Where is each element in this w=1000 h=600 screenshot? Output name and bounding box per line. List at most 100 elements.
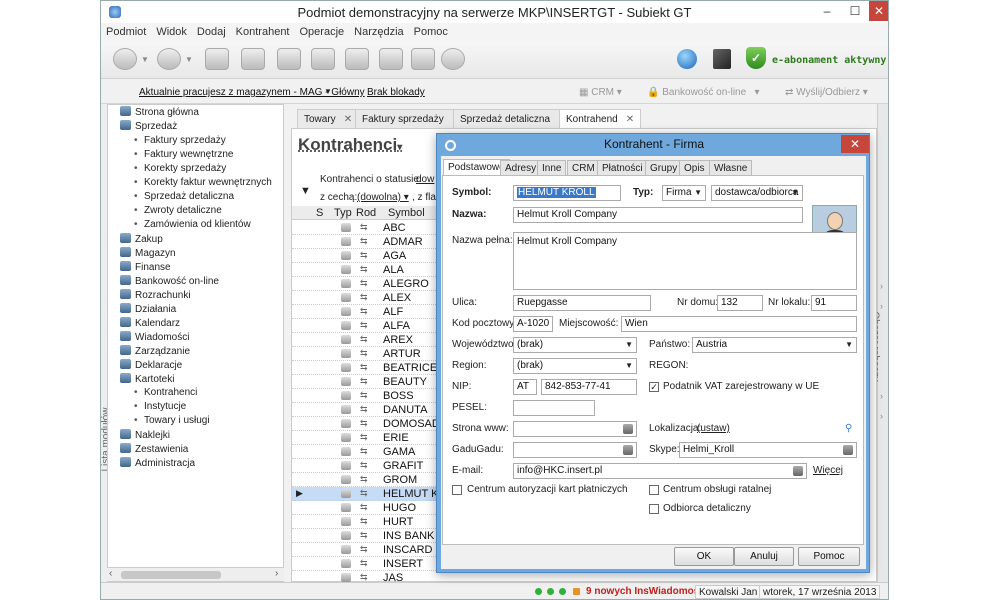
sidebar-item-contractors[interactable]: Kontrahenci	[134, 387, 197, 398]
sidebar-item-actions[interactable]: Działania	[120, 303, 176, 317]
crm-button[interactable]: ▦ CRM ▾	[579, 87, 622, 98]
website-field[interactable]	[513, 421, 637, 437]
printer-icon[interactable]	[345, 48, 369, 70]
tab-kontrahenci[interactable]: Kontrahend ✕	[559, 109, 642, 128]
column-header[interactable]: Typ	[334, 207, 352, 219]
sidebar-item-labels[interactable]: Naklejki	[120, 429, 170, 443]
menu-kontrahent[interactable]: Kontrahent	[231, 23, 295, 41]
menu-dodaj[interactable]: Dodaj	[192, 23, 231, 41]
vat-eu-checkbox[interactable]: ✓	[649, 382, 659, 392]
country-select[interactable]: Austria	[692, 337, 857, 353]
table-row[interactable]: ⇆ ALF	[292, 305, 442, 319]
table-row[interactable]: ⇆ ALEX	[292, 291, 442, 305]
sidebar-item-internal-invoices[interactable]: Faktury wewnętrzne	[134, 149, 234, 160]
email-field[interactable]: info@HKC.insert.pl	[513, 463, 807, 479]
skype-field[interactable]: Helmi_Kroll	[679, 442, 857, 458]
tab-wlasne[interactable]: Własne	[709, 160, 753, 175]
tools-icon[interactable]	[277, 48, 301, 70]
news-status[interactable]: 9 nowych InsWiadomości	[583, 585, 711, 599]
table-row[interactable]: ⇆ BEAUTY	[292, 375, 442, 389]
scroll-left-icon[interactable]: ‹	[109, 568, 112, 579]
forward-icon[interactable]	[157, 48, 181, 70]
tab-opis[interactable]: Opis	[679, 160, 710, 175]
send-icon[interactable]	[411, 48, 435, 70]
tab-inne[interactable]: Inne	[537, 160, 567, 175]
nip-prefix-field[interactable]: AT	[513, 379, 537, 395]
table-row[interactable]: ⇆ GAMA	[292, 445, 442, 459]
location-link[interactable]: (ustaw)	[697, 423, 730, 434]
bank-button[interactable]: 🔒 Bankowość on-line ▾	[647, 87, 760, 98]
people-icon[interactable]	[311, 48, 335, 70]
table-row[interactable]: ⇆ BEATRICE	[292, 361, 442, 375]
close-icon[interactable]: ✕	[344, 114, 352, 125]
gadugadu-field[interactable]	[513, 442, 637, 458]
skype-icon[interactable]	[843, 445, 853, 455]
table-row[interactable]: ⇆ ALEGRO	[292, 277, 442, 291]
expand-right-icon[interactable]: ›	[880, 301, 883, 311]
mail-icon[interactable]	[793, 466, 803, 476]
table-row[interactable]: ⇆ BOSS	[292, 389, 442, 403]
city-field[interactable]: Wien	[621, 316, 857, 332]
region-select[interactable]: (brak)	[513, 358, 637, 374]
help-button[interactable]: Pomoc	[798, 547, 860, 566]
sidebar-item-online-banking[interactable]: Bankowość on-line	[120, 275, 219, 289]
apartment-field[interactable]: 91	[811, 295, 857, 311]
table-row[interactable]: ⇆ ALA	[292, 263, 442, 277]
blocks-link[interactable]: Brak blokady	[367, 87, 425, 98]
table-row[interactable]: ⇆ ALFA	[292, 319, 442, 333]
table-row[interactable]: ⇆ ABC	[292, 221, 442, 235]
table-row[interactable]: ⇆ ADMAR	[292, 235, 442, 249]
minimize-button[interactable]: –	[813, 1, 841, 21]
tab-grupy[interactable]: Grupy	[645, 160, 683, 175]
email-more-link[interactable]: Więcej	[813, 465, 843, 476]
tab-sprzedaz-detaliczna[interactable]: Sprzedaż detaliczna✕	[453, 109, 574, 128]
sidebar-item-retail-sales[interactable]: Sprzedaż detaliczna	[134, 191, 234, 202]
sidebar-item-finance[interactable]: Finanse	[120, 261, 171, 275]
page-title[interactable]: Kontrahenci▾	[298, 135, 402, 155]
eabonament-status[interactable]: e-abonament aktywny	[772, 55, 886, 66]
status-filter-value[interactable]: dow	[416, 174, 434, 185]
table-row[interactable]: ⇆ ARTUR	[292, 347, 442, 361]
tab-faktury[interactable]: Faktury sprzedaży✕	[355, 109, 468, 128]
browse-icon[interactable]	[623, 424, 633, 434]
tab-adresy[interactable]: Adresy	[500, 160, 542, 175]
tab-crm[interactable]: CRM	[567, 160, 600, 175]
sidebar-item-administration[interactable]: Administracja	[120, 457, 195, 471]
table-row[interactable]: ⇆ DOMOSAD	[292, 417, 442, 431]
sidebar-item-home[interactable]: Strona główna	[120, 106, 199, 120]
nip-field[interactable]: 842-853-77-41	[541, 379, 637, 395]
sidebar-item-sales-invoices[interactable]: Faktury sprzedaży	[134, 135, 226, 146]
card-center-checkbox[interactable]	[452, 485, 462, 495]
sidebar-item-records[interactable]: Kartoteki	[120, 373, 174, 387]
back-icon[interactable]	[113, 48, 137, 70]
sidebar-item-management[interactable]: Zarządzanie	[120, 345, 190, 359]
map-pin-icon[interactable]: ⚲	[845, 423, 852, 434]
send-receive-button[interactable]: ⇄ Wyślij/Odbierz ▾	[785, 87, 868, 98]
menu-pomoc[interactable]: Pomoc	[409, 23, 453, 41]
sidebar-item-internal-corrections[interactable]: Korekty faktur wewnętrznych	[134, 177, 272, 188]
column-header[interactable]: Rod	[356, 207, 376, 219]
cube-icon[interactable]	[713, 49, 731, 69]
expand-right-icon[interactable]: ›	[880, 281, 883, 291]
retail-customer-checkbox[interactable]	[649, 504, 659, 514]
document-icon[interactable]	[205, 48, 229, 70]
table-row[interactable]: ⇆ INSCARD	[292, 543, 442, 557]
province-select[interactable]: (brak)	[513, 337, 637, 353]
cancel-button[interactable]: Anuluj	[734, 547, 794, 566]
shield-check-icon[interactable]: ✓	[746, 47, 766, 69]
eraser-icon[interactable]	[241, 48, 265, 70]
sidebar-item-sales[interactable]: Sprzedaż	[120, 120, 177, 134]
sidebar-item-purchase[interactable]: Zakup	[120, 233, 163, 247]
table-row[interactable]: ⇆ HURT	[292, 515, 442, 529]
maximize-button[interactable]: ☐	[841, 1, 869, 21]
table-row[interactable]: ⇆ DANUTA	[292, 403, 442, 417]
scroll-right-icon[interactable]: ›	[275, 568, 278, 579]
expand-right-icon[interactable]: ›	[880, 391, 883, 401]
street-field[interactable]: Ruepgasse	[513, 295, 651, 311]
name-field[interactable]: Helmut Kroll Company	[513, 207, 803, 223]
sidebar-item-calendar[interactable]: Kalendarz	[120, 317, 180, 331]
sidebar-item-warehouse[interactable]: Magazyn	[120, 247, 176, 261]
role-select[interactable]: dostawca/odbiorca	[711, 185, 803, 201]
sidebar-item-institutions[interactable]: Instytucje	[134, 401, 186, 412]
full-name-field[interactable]: Helmut Kroll Company	[513, 232, 857, 290]
